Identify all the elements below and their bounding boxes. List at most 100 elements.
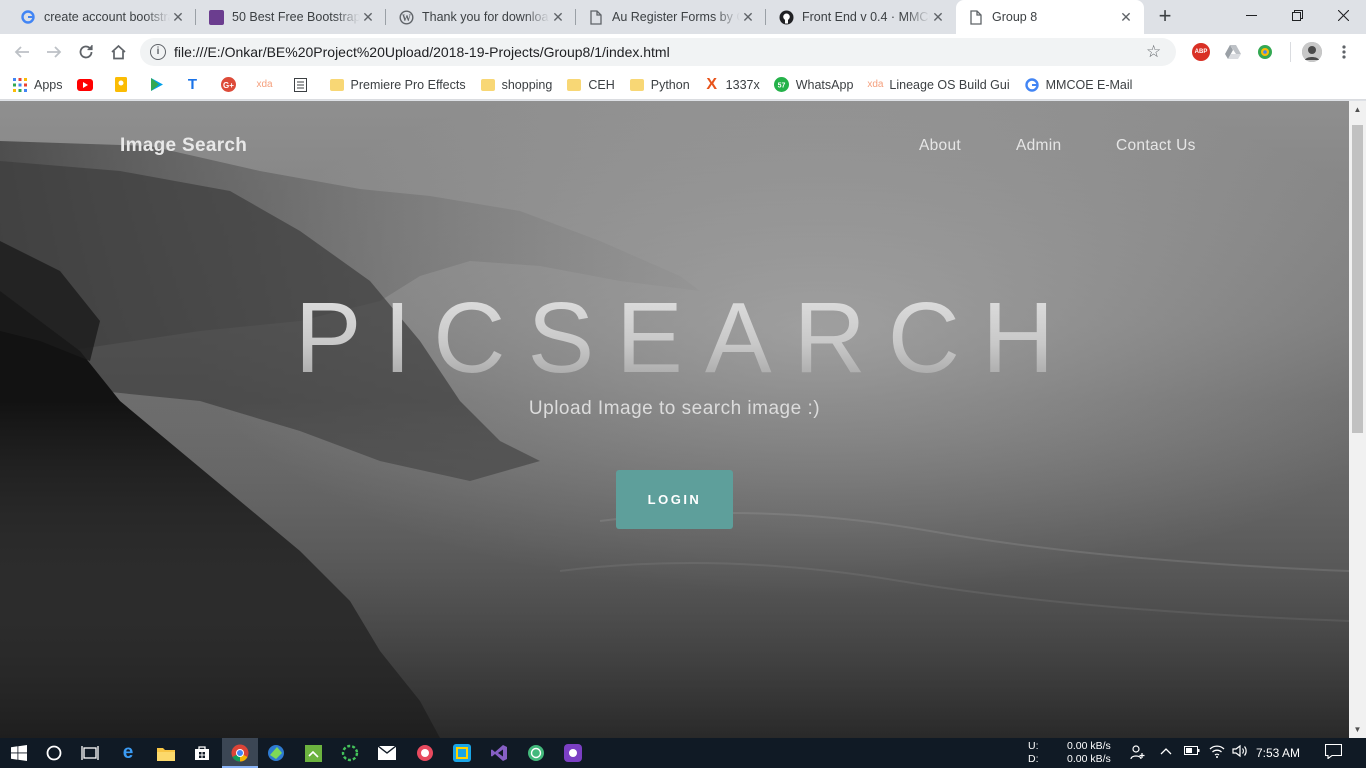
bookmark-mmcoe-email[interactable]: MMCOE E-Mail [1024,77,1133,93]
photo-app-icon[interactable] [302,742,324,764]
notifications-icon[interactable] [1324,743,1343,762]
chevron-up-icon[interactable] [1160,744,1172,759]
t2-icon: T [187,76,198,93]
bookmark-t2[interactable]: T [185,76,207,93]
close-icon[interactable]: ✕ [740,9,756,25]
info-icon[interactable]: i [150,44,166,60]
tab-group-8[interactable]: Group 8 ✕ [956,0,1144,34]
address-bar[interactable]: i file:///E:/Onkar/BE%20Project%20Upload… [140,38,1176,66]
close-icon[interactable]: ✕ [1118,9,1134,25]
tab-create-account[interactable]: create account bootstra ✕ [8,0,196,34]
bookmark-label: Apps [34,77,63,92]
bookmark-youtube[interactable] [76,77,99,93]
menu-button[interactable] [1330,38,1358,66]
scroll-down-icon[interactable]: ▼ [1349,721,1366,738]
profile-avatar[interactable] [1302,42,1322,62]
bookmark-label: shopping [501,77,553,92]
bookmark-ceh[interactable]: CEH [566,77,615,93]
bookmark-docs[interactable] [293,77,315,93]
page-scrollbar[interactable]: ▲ ▼ [1349,101,1366,738]
new-tab-button[interactable]: + [1152,4,1178,30]
toolbar-divider [1290,42,1291,62]
close-icon[interactable]: ✕ [360,9,376,25]
taskbar-clock[interactable]: 7:53 AM [1256,746,1300,760]
file-explorer-icon[interactable] [155,742,177,764]
wordpress-icon: W [398,9,414,25]
people-icon[interactable] [1130,744,1146,763]
scroll-up-icon[interactable]: ▲ [1349,101,1366,118]
folder-icon [566,77,582,93]
whatsapp-taskbar-icon[interactable] [525,742,547,764]
google-drive-icon[interactable] [1224,43,1242,61]
svg-text:57: 57 [778,83,786,90]
reload-button[interactable] [72,38,100,66]
cortana-search-icon[interactable] [43,742,65,764]
back-button[interactable] [8,38,36,66]
site-brand[interactable]: Image Search [120,135,247,157]
extension-globe-icon[interactable] [1256,43,1274,61]
close-icon[interactable]: ✕ [170,9,186,25]
svg-text:G+: G+ [223,81,234,90]
close-icon[interactable]: ✕ [930,9,946,25]
purple-app-icon[interactable] [562,742,584,764]
bookmark-google-plus[interactable]: G+ [221,77,243,93]
login-button[interactable]: LOGIN [616,470,733,529]
bookmark-1337x[interactable]: X 1337x [704,76,759,93]
maximize-button[interactable] [1274,0,1320,30]
svg-text:W: W [402,13,411,23]
youtube-icon [76,77,93,93]
bookmark-shopping[interactable]: shopping [480,77,553,93]
nav-link-about[interactable]: About [919,137,961,155]
url-text[interactable]: file:///E:/Onkar/BE%20Project%20Upload/2… [174,44,1146,60]
bookmark-play-store[interactable] [149,77,171,93]
arrow-left-icon [14,46,29,58]
bookmark-whatsapp[interactable]: 57 WhatsApp [774,77,853,93]
nav-link-contact[interactable]: Contact Us [1116,137,1196,155]
wifi-icon[interactable] [1209,744,1225,761]
close-icon[interactable]: ✕ [550,9,566,25]
pidgin-icon[interactable] [265,742,287,764]
media-app-icon[interactable] [414,742,436,764]
tab-front-end[interactable]: Front End v 0.4 · MMCC ✕ [766,0,956,34]
bookmark-label: MMCOE E-Mail [1045,77,1133,92]
task-view-icon[interactable] [79,742,101,764]
bookmark-keep[interactable] [113,77,135,93]
adblock-plus-icon[interactable]: ABP [1192,43,1210,61]
mail-icon[interactable] [376,742,398,764]
google-plus-icon: G+ [221,77,237,93]
loader-app-icon[interactable] [339,742,361,764]
hero-subtitle: Upload Image to search image :) [528,398,821,419]
page-viewport: Image Search About Admin Contact Us PICS… [0,101,1349,738]
bookmark-xda[interactable]: xda [256,77,279,93]
bookmark-label: Premiere Pro Effects [350,77,466,92]
bookmark-apps[interactable]: Apps [12,77,63,93]
windows-start-icon[interactable] [8,742,30,764]
edge-icon[interactable]: e [117,742,139,764]
bookmark-python[interactable]: Python [629,77,690,93]
bookmark-lineage[interactable]: xda Lineage OS Build Gui [867,77,1009,93]
bookmark-star-icon[interactable]: ☆ [1146,42,1168,62]
reload-icon [79,45,93,59]
home-button[interactable] [104,38,132,66]
bookmark-premiere[interactable]: Premiere Pro Effects [329,77,466,93]
close-icon [1337,9,1349,21]
volume-icon[interactable] [1232,744,1248,761]
battery-icon[interactable] [1184,744,1200,759]
store-icon[interactable] [191,742,213,764]
editor-app-icon[interactable] [451,742,473,764]
tab-bootstrap[interactable]: 50 Best Free Bootstrap ✕ [196,0,386,34]
close-window-button[interactable] [1320,0,1366,30]
folder-icon [480,77,496,93]
folder-icon [629,77,645,93]
forward-button[interactable] [40,38,68,66]
scrollbar-thumb[interactable] [1352,125,1363,433]
whatsapp-icon: 57 [774,77,790,93]
minimize-button[interactable] [1228,0,1274,30]
tab-au-register[interactable]: Au Register Forms by C ✕ [576,0,766,34]
tab-thank-you[interactable]: W Thank you for downloa ✕ [386,0,576,34]
chrome-icon[interactable] [229,742,251,764]
nav-link-admin[interactable]: Admin [1016,137,1061,155]
tab-title: Thank you for downloa [422,10,549,24]
google-icon [20,9,36,25]
visual-studio-icon[interactable] [488,742,510,764]
